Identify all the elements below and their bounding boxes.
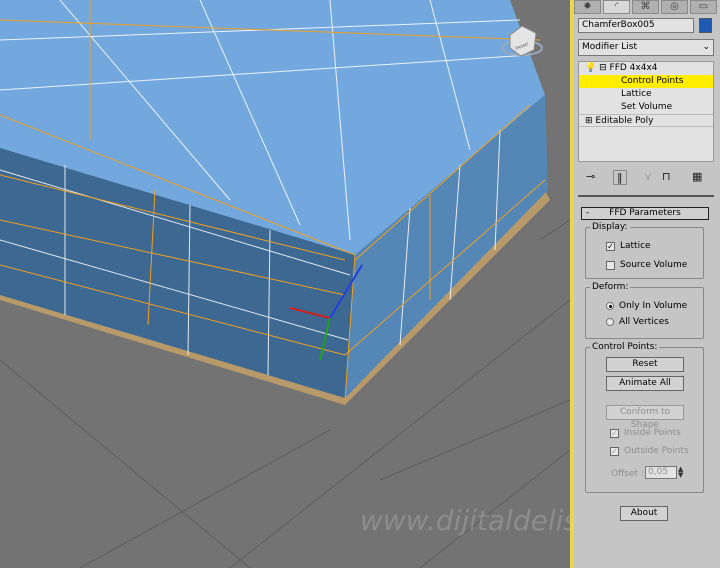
stack-item-editable-poly[interactable]: ⊞ Editable Poly — [579, 114, 713, 127]
expand-icon[interactable]: ⊞ — [585, 116, 593, 126]
stack-item-set-volume[interactable]: Set Volume — [579, 101, 713, 114]
chevron-down-icon: ⌄ — [702, 42, 710, 52]
group-display: Display: ✓ Lattice Source Volume — [585, 222, 704, 279]
offset-spinner[interactable]: ▲ ▼ — [678, 466, 683, 479]
reset-button[interactable]: Reset — [606, 357, 684, 372]
tab-modify[interactable]: ◜ — [603, 0, 630, 14]
collapse-icon[interactable]: ⊟ — [599, 63, 607, 73]
editable-poly-label: Editable Poly — [595, 116, 654, 126]
tab-create[interactable]: ✹ — [574, 0, 601, 14]
command-panel: ✹ ◜ ⌘ ◎ ▭ ChamferBox005 Modifier List ⌄ 💡… — [574, 0, 720, 568]
stack-item-lattice[interactable]: Lattice — [579, 88, 713, 101]
rollout-ffd-parameters[interactable]: - FFD Parameters — [581, 207, 709, 220]
inside-points-checkbox[interactable]: ✓ Inside Points — [610, 428, 681, 438]
object-name-input[interactable]: ChamferBox005 — [578, 18, 694, 33]
group-deform: Deform: Only In Volume All Vertices — [585, 282, 704, 339]
watermark: www.dijitaldelis.com — [360, 504, 570, 537]
all-vertices-radio[interactable]: All Vertices — [606, 317, 669, 327]
inside-points-label: Inside Points — [624, 428, 681, 438]
show-end-result-icon[interactable]: ‖ — [613, 170, 627, 185]
only-in-volume-label: Only In Volume — [619, 301, 688, 311]
source-volume-label: Source Volume — [620, 260, 688, 270]
deform-label: Deform: — [590, 282, 631, 292]
outside-points-label: Outside Points — [624, 446, 689, 456]
remove-modifier-icon[interactable]: ⊓ — [662, 170, 671, 183]
lightbulb-icon: 💡 — [585, 63, 597, 73]
make-unique-icon[interactable]: ⋎ — [644, 170, 652, 183]
tab-display[interactable]: ▭ — [690, 0, 717, 14]
pin-stack-icon[interactable]: ⊸ — [586, 170, 595, 183]
stack-item-ffd[interactable]: 💡 ⊟ FFD 4x4x4 — [579, 62, 713, 75]
tab-hierarchy[interactable]: ⌘ — [632, 0, 659, 14]
modifier-stack: 💡 ⊟ FFD 4x4x4 Control Points Lattice Set… — [578, 61, 714, 162]
control-points-label: Control Points: — [590, 342, 660, 352]
configure-sets-icon[interactable]: ▦ — [692, 170, 702, 183]
tab-motion[interactable]: ◎ — [661, 0, 688, 14]
viewport-perspective[interactable]: FRONT www.dijitaldelis.com — [0, 0, 570, 568]
display-label: Display: — [590, 222, 630, 232]
offset-label: Offset : — [611, 469, 644, 479]
lattice-label: Lattice — [620, 241, 651, 251]
modifier-list-label: Modifier List — [582, 42, 637, 52]
group-control-points: Control Points: Reset Animate All Confor… — [585, 342, 704, 493]
offset-input[interactable]: 0,05 — [645, 466, 677, 479]
rollout-title: FFD Parameters — [609, 208, 681, 218]
source-volume-checkbox[interactable]: Source Volume — [606, 260, 687, 270]
about-button[interactable]: About — [620, 506, 668, 521]
divider — [578, 195, 714, 197]
conform-to-shape-button[interactable]: Conform to Shape — [606, 405, 684, 430]
lattice-checkbox[interactable]: ✓ Lattice — [606, 241, 651, 251]
object-color-swatch[interactable] — [699, 18, 712, 33]
only-in-volume-radio[interactable]: Only In Volume — [606, 301, 687, 311]
animate-all-button[interactable]: Animate All — [606, 376, 684, 391]
stack-item-control-points[interactable]: Control Points — [579, 75, 713, 88]
ffd-label: FFD 4x4x4 — [609, 63, 658, 73]
scene: FRONT www.dijitaldelis.com — [0, 0, 570, 568]
all-vertices-label: All Vertices — [619, 317, 669, 327]
outside-points-checkbox[interactable]: ✓ Outside Points — [610, 446, 689, 456]
modifier-list-dropdown[interactable]: Modifier List ⌄ — [578, 39, 714, 56]
